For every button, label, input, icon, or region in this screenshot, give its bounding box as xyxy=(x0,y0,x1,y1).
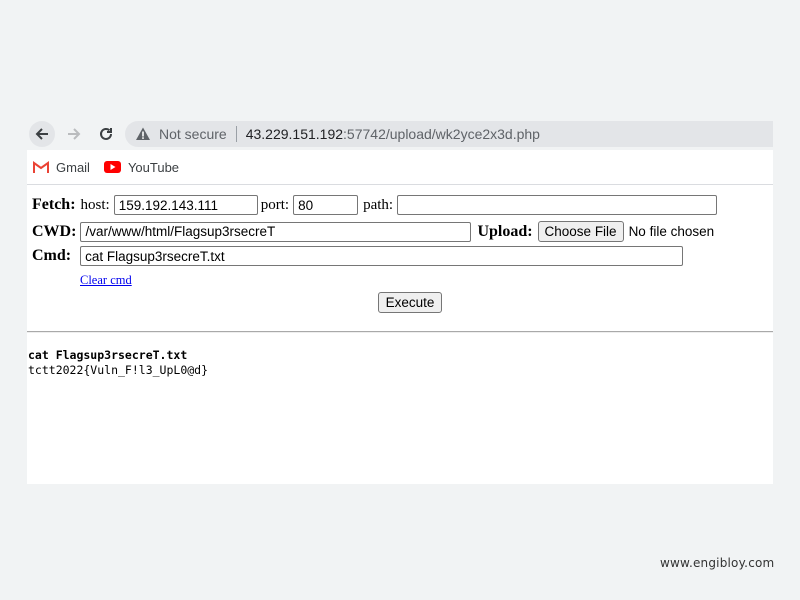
browser-window: Not secure 43.229.151.192:57742/upload/w… xyxy=(27,117,773,484)
path-label: path: xyxy=(363,196,394,213)
arrow-right-icon xyxy=(68,127,81,140)
bookmark-label: Gmail xyxy=(56,159,90,175)
host-input[interactable]: 159.192.143.111 xyxy=(113,195,258,215)
port-label: port: xyxy=(260,196,290,213)
cmd-label: Cmd: xyxy=(32,247,72,264)
page-content: Fetch: host: 159.192.143.111 port: 80 pa… xyxy=(27,185,773,484)
security-label[interactable]: Not secure xyxy=(159,126,227,142)
cwd-label: CWD: xyxy=(32,222,77,240)
divider xyxy=(235,125,237,142)
bookmark-gmail[interactable]: Gmail xyxy=(33,160,90,175)
reload-icon xyxy=(100,127,112,140)
output-command-line: cat Flagsup3rsecreT.txt xyxy=(28,348,188,362)
youtube-icon xyxy=(103,161,121,173)
fetch-row: Fetch: host: 159.192.143.111 port: 80 pa… xyxy=(32,195,718,215)
cwd-input[interactable]: /var/www/html/Flagsup3rsecreT xyxy=(80,221,472,242)
warning-icon xyxy=(135,126,151,142)
output-result-line: tctt2022{Vuln_F!l3_UpL0@d} xyxy=(28,363,209,377)
browser-toolbar: Not secure 43.229.151.192:57742/upload/w… xyxy=(27,117,773,150)
host-label: host: xyxy=(80,196,110,213)
cmd-input[interactable]: cat Flagsup3rsecreT.txt xyxy=(80,246,684,266)
url-path: :57742/upload/wk2yce2x3d.php xyxy=(343,125,540,142)
url-host: 43.229.151.192 xyxy=(245,125,344,142)
bookmark-youtube[interactable]: YouTube xyxy=(103,159,180,175)
cwd-row: CWD: /var/www/html/Flagsup3rsecreT Uploa… xyxy=(32,221,714,242)
address-bar[interactable]: Not secure 43.229.151.192:57742/upload/w… xyxy=(125,120,773,147)
forward-button[interactable] xyxy=(61,121,87,147)
back-button[interactable] xyxy=(29,120,55,147)
gmail-icon xyxy=(33,161,49,173)
upload-label: Upload: xyxy=(477,222,533,240)
arrow-left-icon xyxy=(35,127,48,140)
cmd-row: Cmd: cat Flagsup3rsecreT.txt xyxy=(32,246,684,266)
port-input[interactable]: 80 xyxy=(293,195,359,215)
fetch-label: Fetch: xyxy=(32,196,76,213)
bookmarks-bar: Gmail YouTube xyxy=(27,150,773,185)
reload-button[interactable] xyxy=(93,121,119,147)
clear-cmd-link[interactable]: Clear cmd xyxy=(80,273,132,288)
choose-file-button[interactable]: Choose File xyxy=(537,221,624,242)
no-file-chosen-label: No file chosen xyxy=(628,224,715,239)
watermark: www.engibloy.com xyxy=(660,556,775,570)
execute-button[interactable]: Execute xyxy=(378,292,442,313)
divider xyxy=(27,331,773,333)
command-output: cat Flagsup3rsecreT.txt tctt2022{Vuln_F!… xyxy=(28,348,208,378)
bookmark-label: YouTube xyxy=(127,159,180,175)
path-input[interactable] xyxy=(397,195,718,215)
